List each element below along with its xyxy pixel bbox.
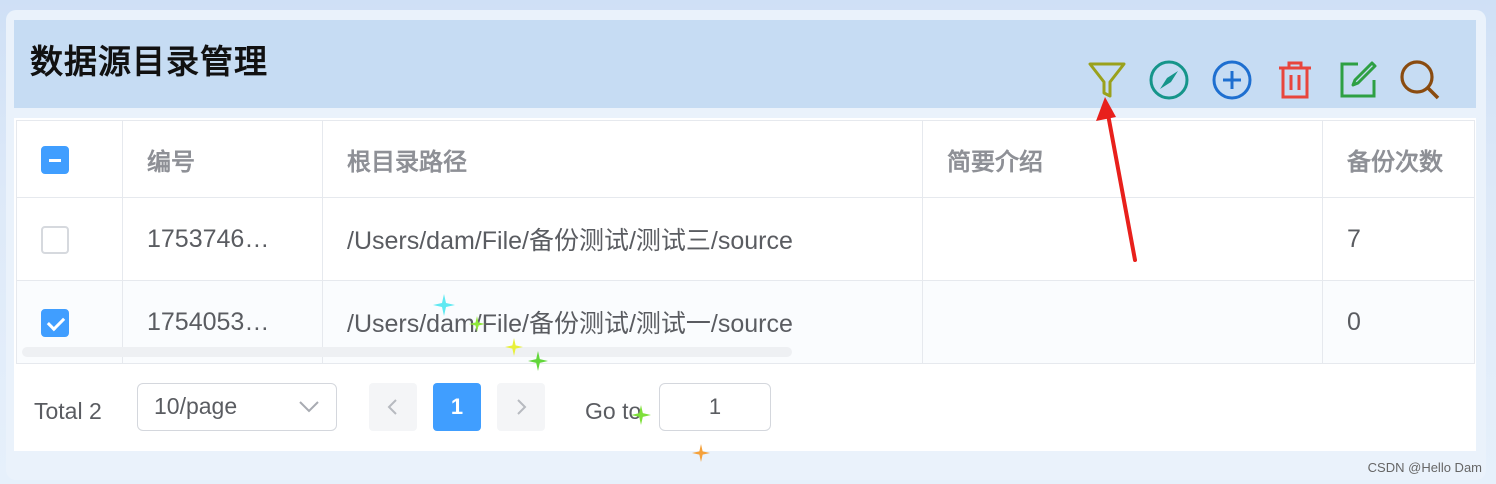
add-button[interactable] — [1210, 58, 1254, 102]
column-header-backups[interactable]: 备份次数 — [1322, 120, 1475, 198]
cell-path: /Users/dam/File/备份测试/测试三/source — [322, 197, 923, 281]
chevron-left-icon — [387, 399, 397, 415]
goto-label: Go to — [585, 398, 642, 424]
header-select-cell — [16, 120, 123, 198]
edit-icon — [1340, 61, 1377, 98]
next-page-button[interactable] — [497, 383, 545, 431]
search-icon — [1400, 60, 1440, 100]
cell-id: 1753746… — [122, 197, 323, 281]
edit-button[interactable] — [1336, 58, 1380, 102]
page-header: 数据源目录管理 — [14, 20, 1476, 108]
select-all-checkbox[interactable] — [41, 145, 69, 174]
cell-backups: 0 — [1322, 280, 1475, 364]
column-header-id[interactable]: 编号 — [122, 120, 323, 198]
cell-backups: 7 — [1322, 197, 1475, 281]
filter-icon — [1088, 62, 1126, 98]
page-title: 数据源目录管理 — [30, 42, 268, 81]
delete-button[interactable] — [1273, 58, 1317, 102]
prev-page-button[interactable] — [369, 383, 417, 431]
compass-button[interactable] — [1147, 58, 1191, 102]
row-select-cell — [16, 197, 123, 281]
goto-page-input[interactable]: 1 — [659, 383, 771, 431]
page-size-select[interactable]: 10/page — [137, 383, 337, 431]
add-icon — [1212, 60, 1252, 100]
filter-button[interactable] — [1085, 58, 1129, 102]
table-header-row: 编号 根目录路径 简要介绍 备份次数 — [16, 120, 1475, 198]
watermark: CSDN @Hello Dam — [1367, 460, 1482, 475]
horizontal-scrollbar[interactable] — [22, 347, 792, 357]
data-table: 编号 根目录路径 简要介绍 备份次数 1753746… /Users/dam/F… — [16, 120, 1475, 364]
chevron-down-icon — [299, 401, 319, 413]
pagination-total: Total 2 — [34, 398, 102, 424]
delete-icon — [1279, 61, 1311, 99]
row-checkbox[interactable] — [41, 308, 69, 337]
page-button-1[interactable]: 1 — [433, 383, 481, 431]
cell-intro — [922, 280, 1323, 364]
search-button[interactable] — [1398, 58, 1442, 102]
pagination: Total 2 10/page 1 Go to 1 — [14, 362, 1476, 452]
page-size-value: 10/page — [154, 393, 238, 419]
column-header-path[interactable]: 根目录路径 — [322, 120, 923, 198]
compass-icon — [1149, 60, 1189, 100]
table-row[interactable]: 1753746… /Users/dam/File/备份测试/测试三/source… — [16, 197, 1475, 281]
row-checkbox[interactable] — [41, 225, 69, 254]
chevron-right-icon — [517, 399, 527, 415]
cell-intro — [922, 197, 1323, 281]
data-table-card: 编号 根目录路径 简要介绍 备份次数 1753746… /Users/dam/F… — [14, 118, 1476, 451]
column-header-intro[interactable]: 简要介绍 — [922, 120, 1323, 198]
